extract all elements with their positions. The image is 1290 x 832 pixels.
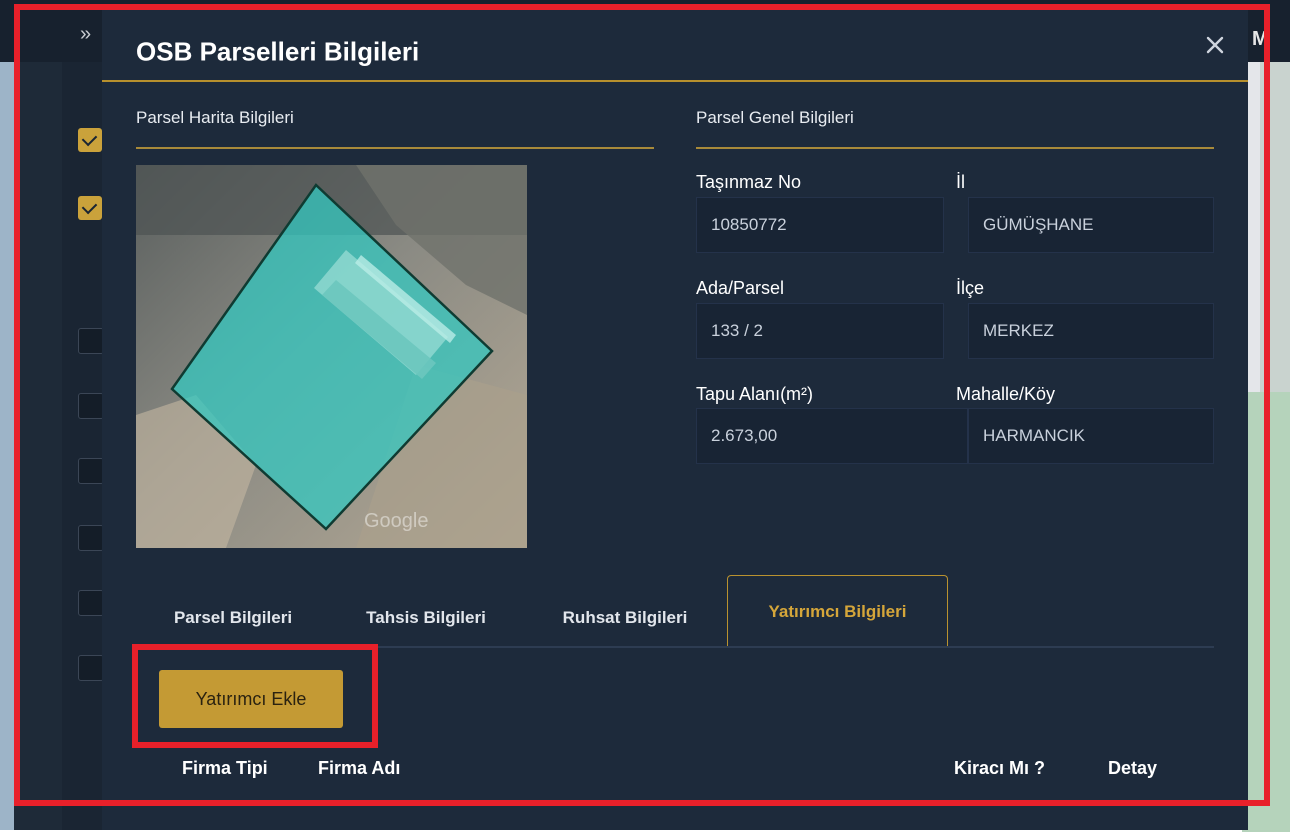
mahalle-label: Mahalle/Köy [956, 384, 1056, 404]
column-header-detay[interactable]: Detay [1108, 758, 1157, 779]
layer-checkbox[interactable] [78, 525, 104, 551]
tab-tahsis-bilgileri[interactable]: Tahsis Bilgileri [350, 590, 502, 646]
ilce-label: İlçe [956, 278, 985, 298]
add-investor-button[interactable]: Yatırımcı Ekle [159, 670, 343, 728]
layer-checkbox-checked[interactable] [78, 196, 102, 220]
modal-header: OSB Parselleri Bilgileri [102, 10, 1248, 82]
layer-checkbox[interactable] [78, 328, 104, 354]
tasinmaz-no-field[interactable]: 10850772 [696, 197, 944, 253]
column-header-firma-adi[interactable]: Firma Adı [318, 758, 400, 779]
ada-parsel-field[interactable]: 133 / 2 [696, 303, 944, 359]
map-watermark: Google [364, 510, 429, 532]
tabs-divider [136, 646, 1214, 648]
close-icon[interactable] [1200, 30, 1230, 60]
map-section-divider [136, 147, 654, 149]
tab-parsel-bilgileri[interactable]: Parsel Bilgileri [158, 590, 308, 646]
ilce-field[interactable]: MERKEZ [968, 303, 1214, 359]
background-partial-text: M [1252, 28, 1269, 50]
background-scrollbar[interactable] [1248, 62, 1260, 392]
layer-checkbox[interactable] [78, 655, 104, 681]
tab-ruhsat-bilgileri[interactable]: Ruhsat Bilgileri [546, 590, 704, 646]
layer-checkbox[interactable] [78, 458, 104, 484]
tapu-alani-label: Tapu Alanı(m²) [696, 384, 814, 404]
background-map-left [0, 62, 14, 830]
background-layer-panel [62, 62, 102, 830]
double-chevron-down-icon[interactable]: » [80, 24, 91, 44]
layer-checkbox[interactable] [78, 590, 104, 616]
tab-yatirimci-bilgileri[interactable]: Yatırımcı Bilgileri [727, 575, 948, 648]
general-section-divider [696, 147, 1214, 149]
parcel-map-image[interactable]: Google [136, 165, 527, 548]
parcel-info-modal: OSB Parselleri Bilgileri Parsel Harita B… [102, 10, 1248, 830]
column-header-kiraci-mi[interactable]: Kiracı Mı ? [954, 758, 1045, 779]
il-label: İl [956, 172, 965, 192]
layer-checkbox[interactable] [78, 393, 104, 419]
modal-title: OSB Parselleri Bilgileri [136, 36, 420, 67]
il-field[interactable]: GÜMÜŞHANE [968, 197, 1214, 253]
mahalle-field[interactable]: HARMANCIK [968, 408, 1214, 464]
map-section-title: Parsel Harita Bilgileri [136, 108, 294, 127]
column-header-firma-tipi[interactable]: Firma Tipi [182, 758, 268, 779]
tasinmaz-no-label: Taşınmaz No [696, 172, 802, 192]
layer-checkbox-checked[interactable] [78, 128, 102, 152]
tapu-alani-field[interactable]: 2.673,00 [696, 408, 968, 464]
general-section-title: Parsel Genel Bilgileri [696, 108, 854, 127]
ada-parsel-label: Ada/Parsel [696, 278, 785, 298]
